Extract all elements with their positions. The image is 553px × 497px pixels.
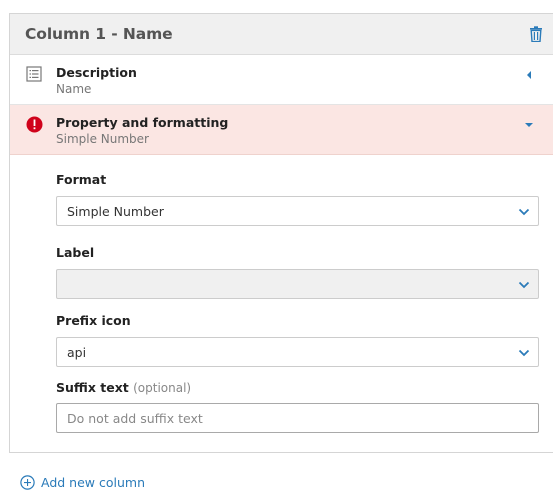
suffix-text-label: Suffix text (optional) bbox=[56, 379, 539, 396]
chevron-down-icon bbox=[518, 277, 530, 292]
section-property-text: Property and formatting Simple Number bbox=[56, 114, 228, 148]
chevron-down-icon bbox=[518, 204, 530, 219]
error-icon bbox=[25, 115, 43, 133]
suffix-text-placeholder: Do not add suffix text bbox=[67, 410, 203, 426]
chevron-down-icon[interactable] bbox=[523, 119, 535, 131]
prefix-icon-select-value: api bbox=[67, 344, 87, 360]
section-property-subtitle: Simple Number bbox=[56, 132, 149, 146]
suffix-text-input[interactable]: Do not add suffix text bbox=[56, 403, 539, 433]
section-description-title: Description bbox=[56, 65, 137, 80]
format-select-value: Simple Number bbox=[67, 203, 164, 219]
section-description-text: Description Name bbox=[56, 64, 137, 98]
add-new-column-button[interactable]: Add new column bbox=[20, 475, 145, 490]
format-label: Format bbox=[56, 172, 107, 187]
format-select[interactable]: Simple Number bbox=[56, 196, 539, 226]
chevron-down-icon bbox=[518, 345, 530, 360]
add-new-column-label: Add new column bbox=[41, 475, 145, 490]
suffix-text-optional: (optional) bbox=[133, 381, 192, 395]
list-icon bbox=[25, 65, 43, 83]
section-description-subtitle: Name bbox=[56, 82, 92, 96]
label-select[interactable] bbox=[56, 269, 539, 299]
chevron-left-icon[interactable] bbox=[523, 69, 535, 81]
section-property-title: Property and formatting bbox=[56, 115, 229, 130]
plus-circle-icon bbox=[20, 475, 35, 490]
column-card: Column 1 - Name Description Name Propert… bbox=[9, 13, 553, 453]
column-title: Column 1 - Name bbox=[25, 25, 173, 43]
prefix-icon-label: Prefix icon bbox=[56, 313, 131, 328]
suffix-text-label-main: Suffix text bbox=[56, 380, 129, 395]
section-property[interactable]: Property and formatting Simple Number bbox=[10, 105, 553, 155]
label-field-label: Label bbox=[56, 245, 95, 260]
trash-icon[interactable] bbox=[529, 26, 543, 42]
section-description[interactable]: Description Name bbox=[10, 55, 553, 105]
property-form: Format Simple Number Label Prefix icon a… bbox=[10, 155, 553, 433]
column-header: Column 1 - Name bbox=[10, 14, 553, 55]
prefix-icon-select[interactable]: api bbox=[56, 337, 539, 367]
